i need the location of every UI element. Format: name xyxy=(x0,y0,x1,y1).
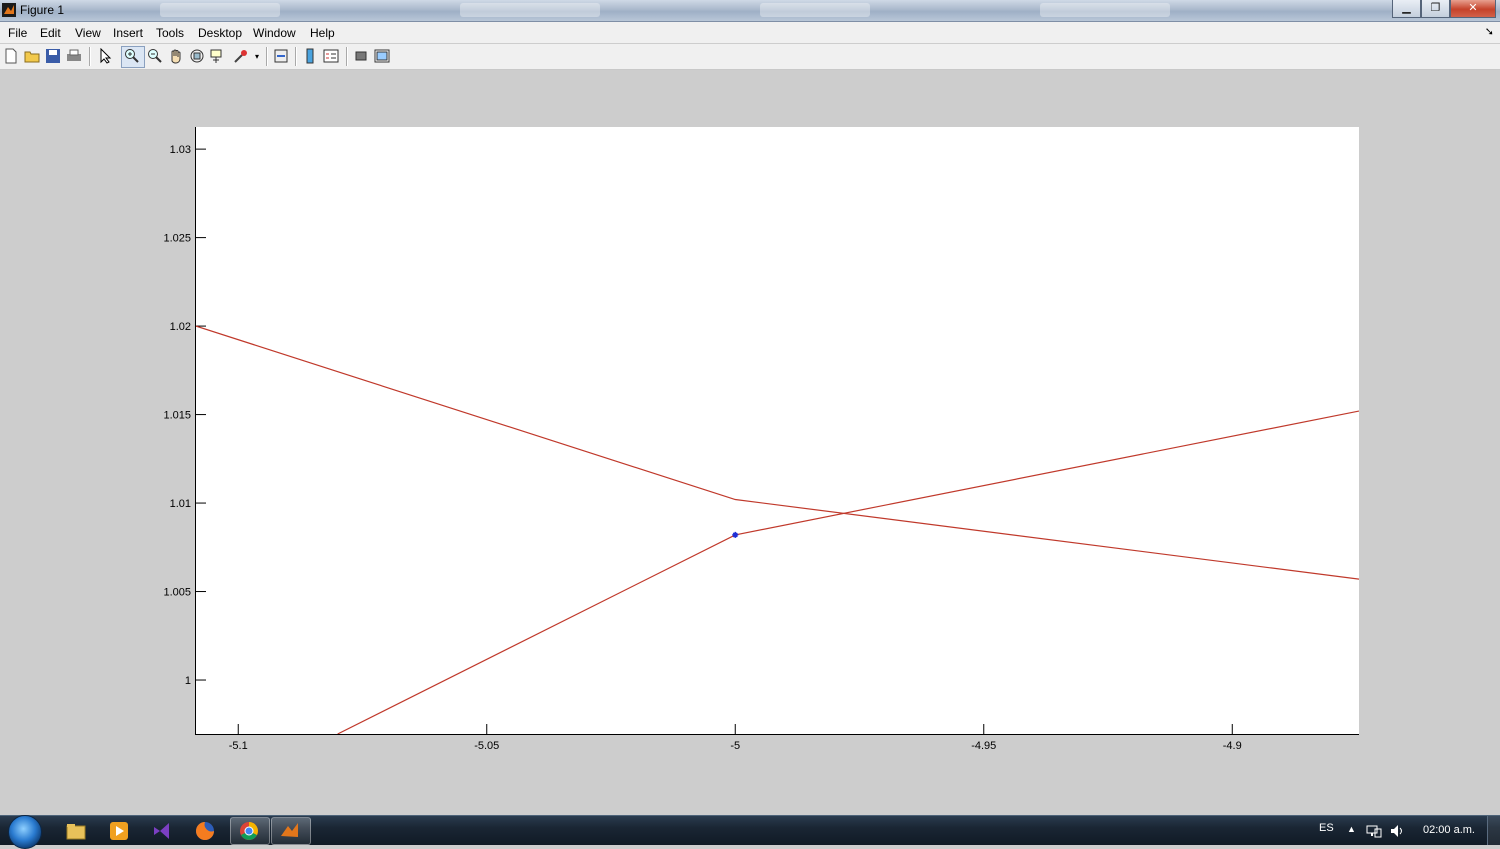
series-line-1 xyxy=(196,325,1359,580)
x-tick-label: -5.05 xyxy=(474,740,499,752)
matlab-icon[interactable] xyxy=(279,820,301,842)
language-indicator[interactable]: ES xyxy=(1319,822,1334,834)
data-point-marker xyxy=(732,531,739,538)
x-tick-label: -5 xyxy=(730,740,740,752)
y-tick-label: 1.03 xyxy=(170,144,191,156)
y-tick-label: 1.025 xyxy=(163,233,191,245)
x-tick-label: -5.1 xyxy=(229,740,248,752)
visual-studio-icon[interactable] xyxy=(151,820,173,842)
windows-taskbar: ES ▲ 02:00 a.m. xyxy=(0,815,1500,849)
media-player-icon[interactable] xyxy=(108,820,130,842)
tray-expand-icon[interactable]: ▲ xyxy=(1347,824,1356,834)
y-tick-label: 1.02 xyxy=(170,321,191,333)
network-icon[interactable] xyxy=(1366,824,1382,838)
volume-icon[interactable] xyxy=(1390,824,1406,838)
y-tick-label: 1 xyxy=(185,675,191,687)
firefox-icon[interactable] xyxy=(194,820,216,842)
y-tick-label: 1.015 xyxy=(163,410,191,422)
chrome-icon[interactable] xyxy=(238,820,260,842)
file-explorer-icon[interactable] xyxy=(65,820,87,842)
series-line-2 xyxy=(337,410,1359,734)
taskbar-clock[interactable]: 02:00 a.m. xyxy=(1423,824,1475,836)
x-tick-label: -4.95 xyxy=(971,740,996,752)
y-tick-label: 1.01 xyxy=(170,498,191,510)
plot-canvas: 1 1.005 1.01 1.015 1.02 1.025 1.03 -5.1 -5.05 -5 -… xyxy=(163,144,1359,752)
y-tick-label: 1.005 xyxy=(163,587,191,599)
show-desktop-button[interactable] xyxy=(1487,816,1500,845)
x-tick-label: -4.9 xyxy=(1223,740,1242,752)
